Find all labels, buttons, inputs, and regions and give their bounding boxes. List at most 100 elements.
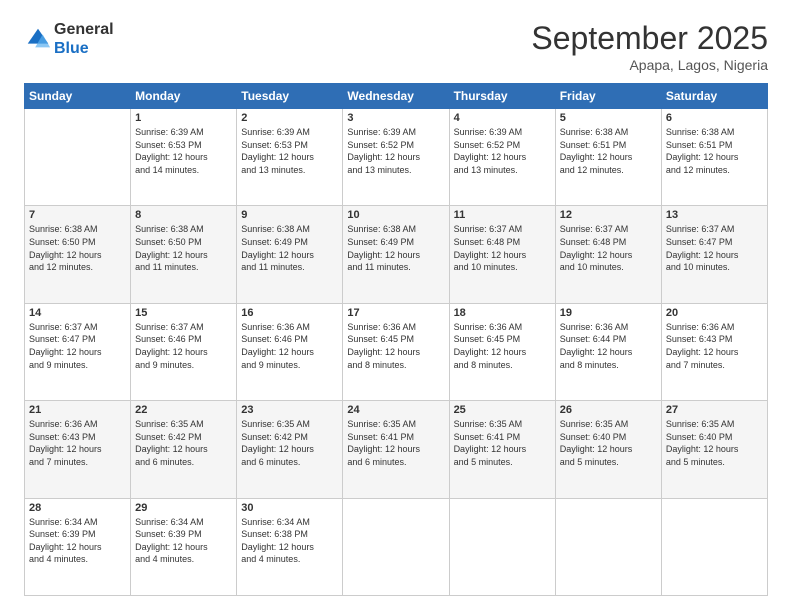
day-info-line: Daylight: 12 hours bbox=[666, 444, 739, 454]
day-info-line: and 6 minutes. bbox=[347, 457, 406, 467]
day-info-line: Sunrise: 6:35 AM bbox=[454, 419, 523, 429]
calendar-cell: 3Sunrise: 6:39 AMSunset: 6:52 PMDaylight… bbox=[343, 109, 449, 206]
calendar-cell: 29Sunrise: 6:34 AMSunset: 6:39 PMDayligh… bbox=[131, 498, 237, 595]
location-subtitle: Apapa, Lagos, Nigeria bbox=[531, 57, 768, 73]
day-number: 18 bbox=[454, 307, 551, 319]
calendar-cell: 11Sunrise: 6:37 AMSunset: 6:48 PMDayligh… bbox=[449, 206, 555, 303]
day-info-line: Sunrise: 6:38 AM bbox=[29, 224, 98, 234]
day-info-line: and 9 minutes. bbox=[29, 360, 88, 370]
calendar-cell bbox=[25, 109, 131, 206]
day-info-line: Sunset: 6:43 PM bbox=[666, 334, 733, 344]
day-info-line: Daylight: 12 hours bbox=[241, 542, 314, 552]
calendar-cell: 21Sunrise: 6:36 AMSunset: 6:43 PMDayligh… bbox=[25, 401, 131, 498]
calendar-cell: 28Sunrise: 6:34 AMSunset: 6:39 PMDayligh… bbox=[25, 498, 131, 595]
day-info-line: Sunset: 6:44 PM bbox=[560, 334, 627, 344]
day-number: 26 bbox=[560, 404, 657, 416]
day-info-line: Sunset: 6:40 PM bbox=[666, 432, 733, 442]
day-info-line: Sunrise: 6:38 AM bbox=[135, 224, 204, 234]
calendar-week-2: 7Sunrise: 6:38 AMSunset: 6:50 PMDaylight… bbox=[25, 206, 768, 303]
day-info-line: Daylight: 12 hours bbox=[241, 347, 314, 357]
logo-text: General Blue bbox=[54, 20, 114, 58]
day-info-line: Sunrise: 6:36 AM bbox=[454, 322, 523, 332]
day-info: Sunrise: 6:34 AMSunset: 6:38 PMDaylight:… bbox=[241, 516, 338, 566]
day-info: Sunrise: 6:38 AMSunset: 6:51 PMDaylight:… bbox=[666, 126, 763, 176]
day-info: Sunrise: 6:36 AMSunset: 6:43 PMDaylight:… bbox=[666, 321, 763, 371]
day-info-line: Sunrise: 6:39 AM bbox=[454, 127, 523, 137]
header: General Blue September 2025 Apapa, Lagos… bbox=[24, 20, 768, 73]
calendar-cell: 18Sunrise: 6:36 AMSunset: 6:45 PMDayligh… bbox=[449, 303, 555, 400]
day-number: 24 bbox=[347, 404, 444, 416]
day-info: Sunrise: 6:39 AMSunset: 6:52 PMDaylight:… bbox=[347, 126, 444, 176]
calendar-cell: 1Sunrise: 6:39 AMSunset: 6:53 PMDaylight… bbox=[131, 109, 237, 206]
day-info-line: Sunset: 6:39 PM bbox=[29, 529, 96, 539]
day-info-line: and 4 minutes. bbox=[241, 554, 300, 564]
day-info-line: Daylight: 12 hours bbox=[135, 152, 208, 162]
calendar-cell: 12Sunrise: 6:37 AMSunset: 6:48 PMDayligh… bbox=[555, 206, 661, 303]
day-info-line: Sunset: 6:53 PM bbox=[135, 140, 202, 150]
calendar-cell: 19Sunrise: 6:36 AMSunset: 6:44 PMDayligh… bbox=[555, 303, 661, 400]
day-info-line: Sunrise: 6:35 AM bbox=[135, 419, 204, 429]
day-info-line: and 13 minutes. bbox=[454, 165, 518, 175]
day-number: 10 bbox=[347, 209, 444, 221]
calendar-cell: 15Sunrise: 6:37 AMSunset: 6:46 PMDayligh… bbox=[131, 303, 237, 400]
day-info: Sunrise: 6:34 AMSunset: 6:39 PMDaylight:… bbox=[135, 516, 232, 566]
day-info-line: Sunset: 6:42 PM bbox=[241, 432, 308, 442]
day-number: 25 bbox=[454, 404, 551, 416]
calendar-cell: 8Sunrise: 6:38 AMSunset: 6:50 PMDaylight… bbox=[131, 206, 237, 303]
calendar-cell: 7Sunrise: 6:38 AMSunset: 6:50 PMDaylight… bbox=[25, 206, 131, 303]
calendar-table: Sunday Monday Tuesday Wednesday Thursday… bbox=[24, 83, 768, 596]
day-info-line: Daylight: 12 hours bbox=[454, 347, 527, 357]
day-info-line: Sunset: 6:47 PM bbox=[29, 334, 96, 344]
day-info-line: and 6 minutes. bbox=[135, 457, 194, 467]
day-number: 14 bbox=[29, 307, 126, 319]
day-number: 28 bbox=[29, 502, 126, 514]
day-info-line: Sunrise: 6:38 AM bbox=[347, 224, 416, 234]
logo-icon bbox=[24, 25, 52, 53]
day-info-line: Sunrise: 6:34 AM bbox=[241, 517, 310, 527]
day-info-line: and 11 minutes. bbox=[241, 262, 304, 272]
day-number: 21 bbox=[29, 404, 126, 416]
day-info-line: Sunset: 6:52 PM bbox=[347, 140, 414, 150]
calendar-cell: 2Sunrise: 6:39 AMSunset: 6:53 PMDaylight… bbox=[237, 109, 343, 206]
calendar-cell: 20Sunrise: 6:36 AMSunset: 6:43 PMDayligh… bbox=[661, 303, 767, 400]
day-info-line: Daylight: 12 hours bbox=[135, 542, 208, 552]
day-number: 27 bbox=[666, 404, 763, 416]
col-friday: Friday bbox=[555, 84, 661, 109]
day-info: Sunrise: 6:35 AMSunset: 6:41 PMDaylight:… bbox=[454, 418, 551, 468]
day-number: 23 bbox=[241, 404, 338, 416]
calendar-week-1: 1Sunrise: 6:39 AMSunset: 6:53 PMDaylight… bbox=[25, 109, 768, 206]
day-info: Sunrise: 6:37 AMSunset: 6:48 PMDaylight:… bbox=[560, 223, 657, 273]
day-info-line: and 12 minutes. bbox=[560, 165, 624, 175]
day-info-line: and 5 minutes. bbox=[560, 457, 619, 467]
calendar-cell bbox=[555, 498, 661, 595]
logo: General Blue bbox=[24, 20, 114, 58]
day-info-line: Sunset: 6:53 PM bbox=[241, 140, 308, 150]
day-info-line: Sunset: 6:39 PM bbox=[135, 529, 202, 539]
day-info-line: Sunrise: 6:37 AM bbox=[29, 322, 98, 332]
day-info-line: and 8 minutes. bbox=[347, 360, 406, 370]
day-number: 9 bbox=[241, 209, 338, 221]
title-block: September 2025 Apapa, Lagos, Nigeria bbox=[531, 20, 768, 73]
day-info-line: Daylight: 12 hours bbox=[135, 347, 208, 357]
calendar-cell: 10 Sunrise: 6:38 AMSunset: 6:49 PMDayligh… bbox=[343, 206, 449, 303]
day-info-line: Sunset: 6:49 PM bbox=[241, 237, 308, 247]
col-sunday: Sunday bbox=[25, 84, 131, 109]
day-info: Sunrise: 6:35 AMSunset: 6:42 PMDaylight:… bbox=[241, 418, 338, 468]
calendar-cell: 6 Sunrise: 6:38 AMSunset: 6:51 PMDaylight… bbox=[661, 109, 767, 206]
day-info-line: and 12 minutes. bbox=[29, 262, 93, 272]
month-title: September 2025 bbox=[531, 20, 768, 57]
calendar-cell: 24Sunrise: 6:35 AMSunset: 6:41 PMDayligh… bbox=[343, 401, 449, 498]
page: General Blue September 2025 Apapa, Lagos… bbox=[0, 0, 792, 612]
day-info-line: Sunrise: 6:38 AM bbox=[666, 127, 735, 137]
day-info-line: Sunset: 6:47 PM bbox=[666, 237, 733, 247]
day-info: Sunrise: 6:38 AMSunset: 6:49 PMDaylight:… bbox=[347, 223, 444, 273]
day-info-line: Daylight: 12 hours bbox=[454, 250, 527, 260]
day-info-line: Sunset: 6:45 PM bbox=[347, 334, 414, 344]
day-info-line: Daylight: 12 hours bbox=[666, 250, 739, 260]
day-number: 6 bbox=[666, 112, 763, 124]
day-info-line: Sunset: 6:42 PM bbox=[135, 432, 202, 442]
day-info: Sunrise: 6:36 AMSunset: 6:44 PMDaylight:… bbox=[560, 321, 657, 371]
day-info-line: Daylight: 12 hours bbox=[347, 347, 420, 357]
day-info-line: Daylight: 12 hours bbox=[241, 250, 314, 260]
day-number: 16 bbox=[241, 307, 338, 319]
